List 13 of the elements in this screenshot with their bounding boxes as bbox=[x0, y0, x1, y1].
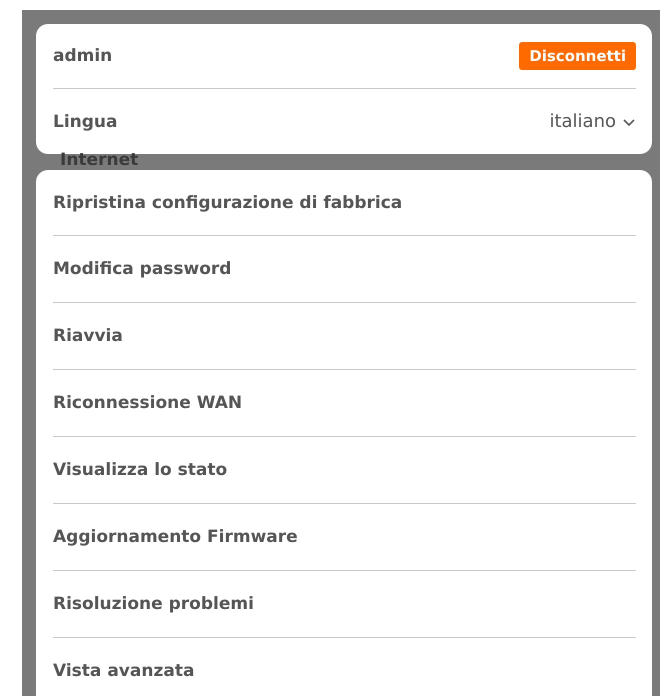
menu-item[interactable]: Vista avanzata bbox=[53, 661, 194, 681]
menu-item[interactable]: Riavvia bbox=[53, 326, 123, 346]
language-label: Lingua bbox=[53, 112, 118, 132]
menu-item[interactable]: Risoluzione problemi bbox=[53, 594, 254, 614]
language-dropdown[interactable]: italiano bbox=[549, 111, 616, 132]
chevron-down-icon[interactable] bbox=[622, 116, 636, 126]
menu-item[interactable]: Visualizza lo stato bbox=[53, 460, 228, 480]
menu-item[interactable]: Riconnessione WAN bbox=[53, 393, 242, 413]
menu-item[interactable]: Ripristina configurazione di fabbrica bbox=[53, 192, 402, 212]
menu-item[interactable]: Modifica password bbox=[53, 259, 232, 279]
user-name: admin bbox=[53, 46, 112, 66]
menu-item[interactable]: Aggiornamento Firmware bbox=[53, 527, 298, 547]
section-title: Internet bbox=[60, 150, 138, 170]
